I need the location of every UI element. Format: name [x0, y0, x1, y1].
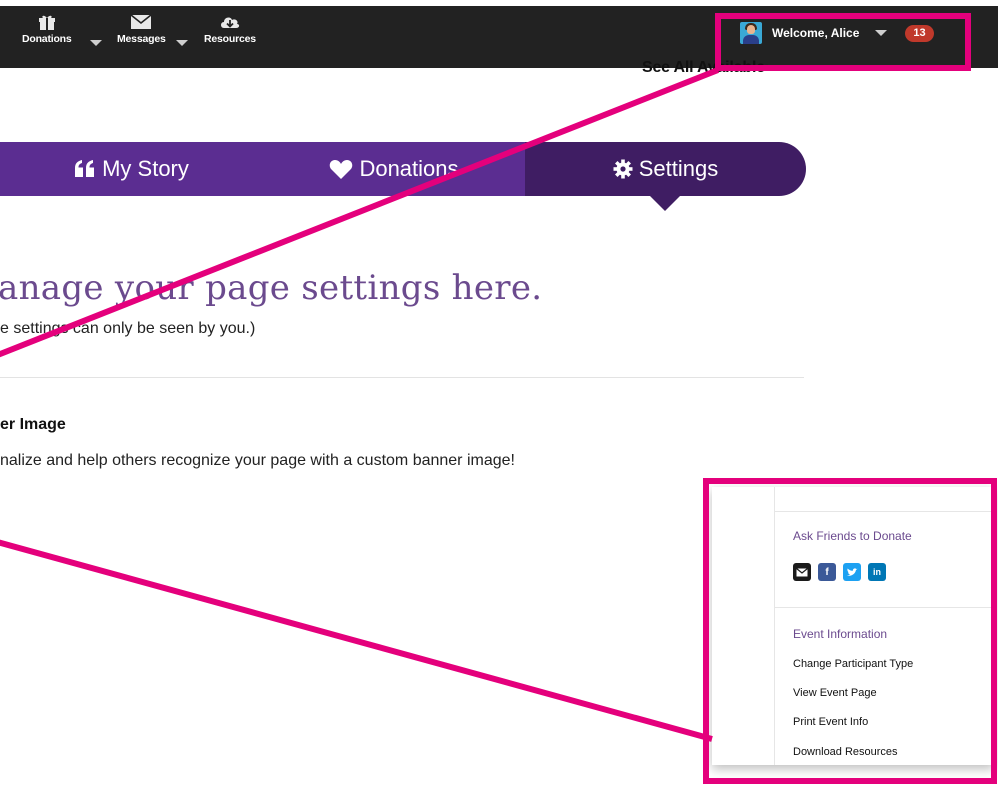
page-subtitle: e settings can only be seen by you.) — [0, 320, 256, 337]
tab-my-story-label: My Story — [102, 156, 189, 181]
nav-donations-dropdown-icon[interactable] — [90, 40, 102, 46]
page-title: anage your page settings here. — [0, 268, 543, 308]
active-tab-pointer — [650, 196, 680, 211]
banner-image-title: er Image — [0, 416, 66, 433]
nav-messages-label: Messages — [117, 33, 166, 45]
side-panel-highlight — [703, 478, 997, 784]
tab-settings[interactable]: Settings — [525, 142, 806, 196]
heart-icon — [329, 159, 353, 180]
cloud-download-icon — [220, 17, 240, 28]
tab-settings-label: Settings — [638, 156, 719, 181]
nav-donations-label: Donations — [22, 33, 72, 45]
gift-icon — [38, 15, 55, 30]
nav-donations[interactable]: Donations — [22, 14, 72, 45]
tab-donations-label: Donations — [359, 156, 459, 181]
banner-image-description: nalize and help others recognize your pa… — [0, 452, 515, 469]
quote-icon — [74, 160, 96, 178]
envelope-icon — [130, 14, 152, 29]
section-divider — [0, 377, 804, 378]
nav-resources-label: Resources — [204, 33, 256, 45]
gear-icon — [613, 159, 633, 179]
page-tabs: My Story Donations Settings — [0, 142, 806, 196]
tab-my-story[interactable]: My Story — [0, 142, 263, 196]
nav-messages[interactable]: Messages — [117, 14, 166, 45]
tab-donations[interactable]: Donations — [263, 142, 525, 196]
user-menu-highlight — [715, 13, 971, 71]
nav-resources[interactable]: Resources — [204, 14, 256, 45]
nav-messages-dropdown-icon[interactable] — [176, 40, 188, 46]
